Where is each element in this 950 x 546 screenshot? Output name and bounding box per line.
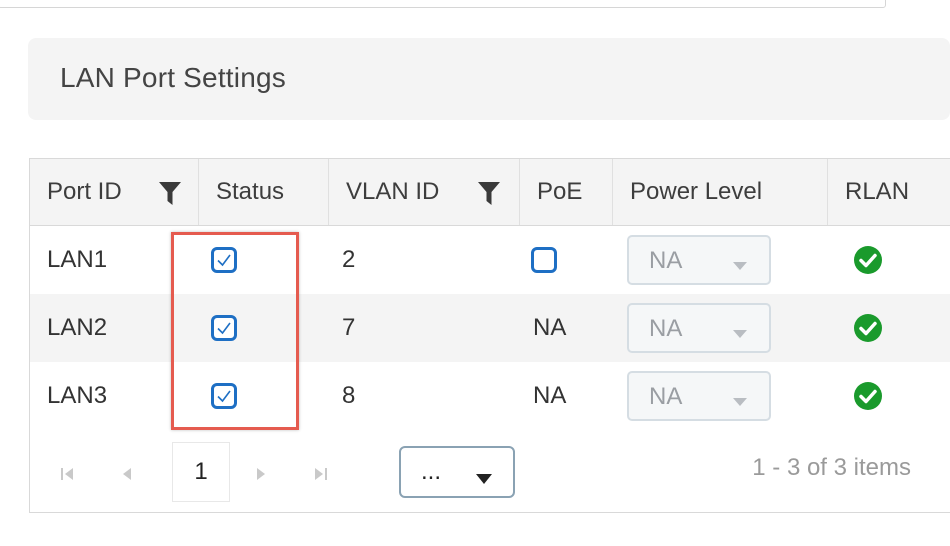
column-header-status[interactable]: Status (199, 159, 329, 225)
rlan-cell (853, 226, 883, 294)
poe-checkbox[interactable] (531, 247, 557, 273)
column-header-port-id[interactable]: Port ID (30, 159, 199, 225)
table-header: Port ID Status VLAN ID PoE Power Level R… (30, 159, 950, 226)
section-header: LAN Port Settings (28, 38, 950, 120)
previous-page-icon[interactable] (118, 466, 136, 482)
table-row: LAN3 8 NA NA (30, 362, 950, 430)
power-level-value: NA (649, 315, 683, 342)
column-label: Status (216, 178, 285, 205)
poe-cell: NA (533, 382, 567, 409)
power-level-value: NA (649, 383, 683, 410)
vlan-id-cell: 7 (342, 314, 356, 341)
dropdown-arrow-icon (733, 330, 747, 338)
column-label: Power Level (630, 178, 763, 205)
page-size-select[interactable]: ... (399, 446, 515, 498)
column-label: VLAN ID (346, 178, 440, 205)
check-circle-icon (854, 382, 882, 410)
table-row: LAN1 2 NA (30, 226, 950, 294)
column-label: PoE (537, 178, 583, 205)
page-size-value: ... (421, 458, 442, 485)
check-circle-icon (854, 314, 882, 342)
next-page-icon[interactable] (252, 466, 270, 482)
dropdown-arrow-icon (733, 262, 747, 270)
power-level-select: NA (627, 303, 771, 353)
vlan-id-cell: 8 (342, 382, 356, 409)
filter-icon[interactable] (478, 182, 500, 206)
table-row: LAN2 7 NA NA (30, 294, 950, 362)
poe-cell: NA (533, 314, 567, 341)
port-id-cell: LAN3 (47, 382, 108, 409)
port-id-cell: LAN2 (47, 314, 108, 341)
column-label: RLAN (845, 178, 910, 205)
column-header-vlan-id[interactable]: VLAN ID (329, 159, 520, 225)
pager: 1 ... 1 - 3 of 3 items (30, 434, 950, 512)
column-header-poe[interactable]: PoE (520, 159, 613, 225)
rlan-cell (853, 362, 883, 430)
first-page-icon[interactable] (59, 466, 77, 482)
current-page-button[interactable]: 1 (172, 442, 230, 502)
port-id-cell: LAN1 (47, 246, 108, 273)
check-circle-icon (854, 246, 882, 274)
column-header-rlan[interactable]: RLAN (828, 159, 950, 225)
previous-panel-edge (0, 0, 886, 8)
section-title: LAN Port Settings (60, 62, 286, 93)
column-label: Port ID (47, 178, 122, 205)
rlan-cell (853, 294, 883, 362)
column-header-power-level[interactable]: Power Level (613, 159, 828, 225)
vlan-id-cell: 2 (342, 246, 356, 273)
pager-info: 1 - 3 of 3 items (752, 454, 911, 481)
lan-port-table: Port ID Status VLAN ID PoE Power Level R… (29, 158, 950, 513)
status-highlight-box (171, 232, 299, 430)
dropdown-arrow-icon (733, 398, 747, 406)
power-level-select: NA (627, 235, 771, 285)
poe-cell (531, 226, 557, 294)
power-level-value: NA (649, 247, 683, 274)
last-page-icon[interactable] (311, 466, 329, 482)
dropdown-arrow-icon (476, 474, 492, 484)
power-level-select: NA (627, 371, 771, 421)
filter-icon[interactable] (159, 182, 181, 206)
